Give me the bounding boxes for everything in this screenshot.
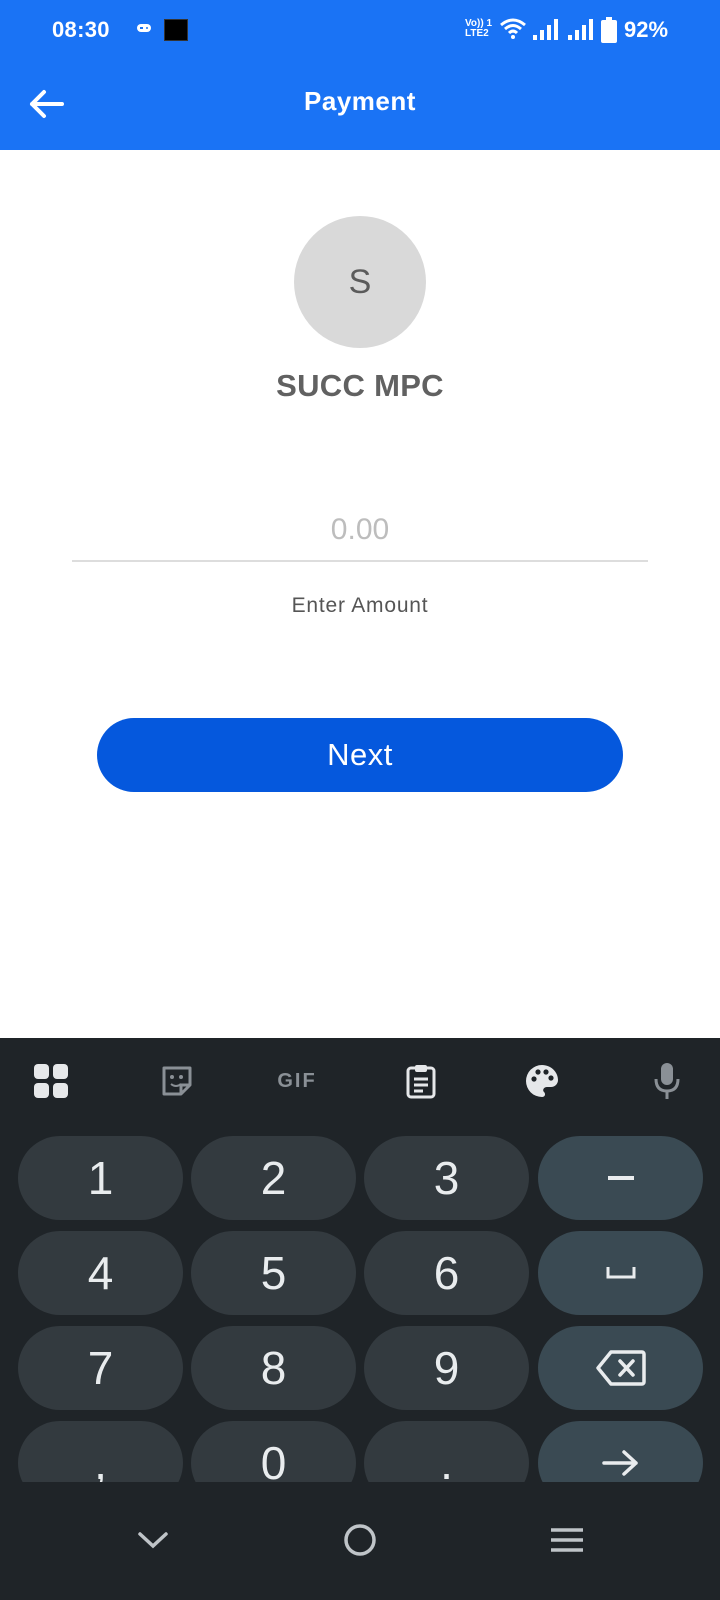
menu-icon [551, 1528, 583, 1552]
apps-grid-icon [34, 1064, 68, 1098]
recents-button[interactable] [537, 1510, 597, 1570]
amount-label: Enter Amount [291, 594, 429, 617]
payment-screen: 08:30 Vo)) 1 LTE2 92% Payment S SUCC MPC… [0, 0, 720, 1600]
key-minus[interactable] [538, 1136, 703, 1220]
key-label: 9 [433, 1342, 460, 1394]
key-9[interactable]: 9 [364, 1326, 529, 1410]
avatar: S [294, 216, 426, 348]
recipient-name: SUCC MPC [276, 368, 444, 403]
microphone-button[interactable] [640, 1054, 694, 1108]
key-label: 5 [260, 1247, 287, 1299]
clipboard-icon [406, 1065, 436, 1099]
backspace-icon [595, 1350, 646, 1386]
minus-icon [607, 1176, 634, 1180]
home-button[interactable] [330, 1510, 390, 1570]
microphone-icon [654, 1063, 680, 1099]
key-label: 1 [87, 1152, 114, 1204]
sticker-icon [162, 1066, 192, 1096]
gif-button[interactable]: GIF [270, 1054, 324, 1108]
status-time: 08:30 [52, 17, 110, 42]
notification-thumbnail-icon [164, 19, 188, 41]
clipboard-button[interactable] [394, 1054, 448, 1108]
signal-sim1-icon [533, 19, 558, 40]
hide-keyboard-button[interactable] [123, 1510, 183, 1570]
toolbar: Payment [0, 60, 720, 150]
battery-percent: 92% [624, 17, 669, 42]
apps-grid-button[interactable] [24, 1054, 78, 1108]
sticker-button[interactable] [150, 1054, 204, 1108]
wifi-icon [500, 18, 526, 39]
signal-sim2-icon [568, 19, 593, 40]
key-label: 2 [260, 1152, 287, 1204]
palette-icon [526, 1065, 558, 1097]
key-label: 7 [87, 1342, 114, 1394]
amount-input[interactable] [72, 500, 648, 562]
battery-icon [601, 17, 617, 43]
arrow-right-icon [601, 1450, 638, 1476]
status-bar: 08:30 Vo)) 1 LTE2 92% [0, 0, 720, 60]
next-button-label: Next [327, 737, 393, 772]
keyboard-toolbar: GIF [0, 1038, 720, 1124]
gif-icon: GIF [277, 1069, 317, 1092]
volte-line2: LTE2 [465, 28, 489, 39]
key-label: 3 [433, 1152, 460, 1204]
key-backspace[interactable] [538, 1326, 703, 1410]
avatar-letter: S [348, 262, 372, 301]
key-label: 8 [260, 1342, 287, 1394]
page-title: Payment [304, 86, 416, 116]
game-controller-icon [137, 24, 151, 32]
app-bar: 08:30 Vo)) 1 LTE2 92% Payment [0, 0, 720, 150]
key-1[interactable]: 1 [18, 1136, 183, 1220]
palette-button[interactable] [515, 1054, 569, 1108]
key-6[interactable]: 6 [364, 1231, 529, 1315]
system-nav-bar [0, 1482, 720, 1600]
key-8[interactable]: 8 [191, 1326, 356, 1410]
key-7[interactable]: 7 [18, 1326, 183, 1410]
key-5[interactable]: 5 [191, 1231, 356, 1315]
volte-icon: Vo)) 1 LTE2 [465, 19, 495, 39]
key-label: 6 [433, 1247, 460, 1299]
home-circle-icon [344, 1524, 376, 1556]
key-3[interactable]: 3 [364, 1136, 529, 1220]
chevron-down-icon [138, 1532, 168, 1549]
key-space[interactable] [538, 1231, 703, 1315]
key-label: 4 [87, 1247, 114, 1299]
key-4[interactable]: 4 [18, 1231, 183, 1315]
key-2[interactable]: 2 [191, 1136, 356, 1220]
next-button[interactable]: Next [97, 718, 623, 792]
space-icon [606, 1267, 635, 1279]
